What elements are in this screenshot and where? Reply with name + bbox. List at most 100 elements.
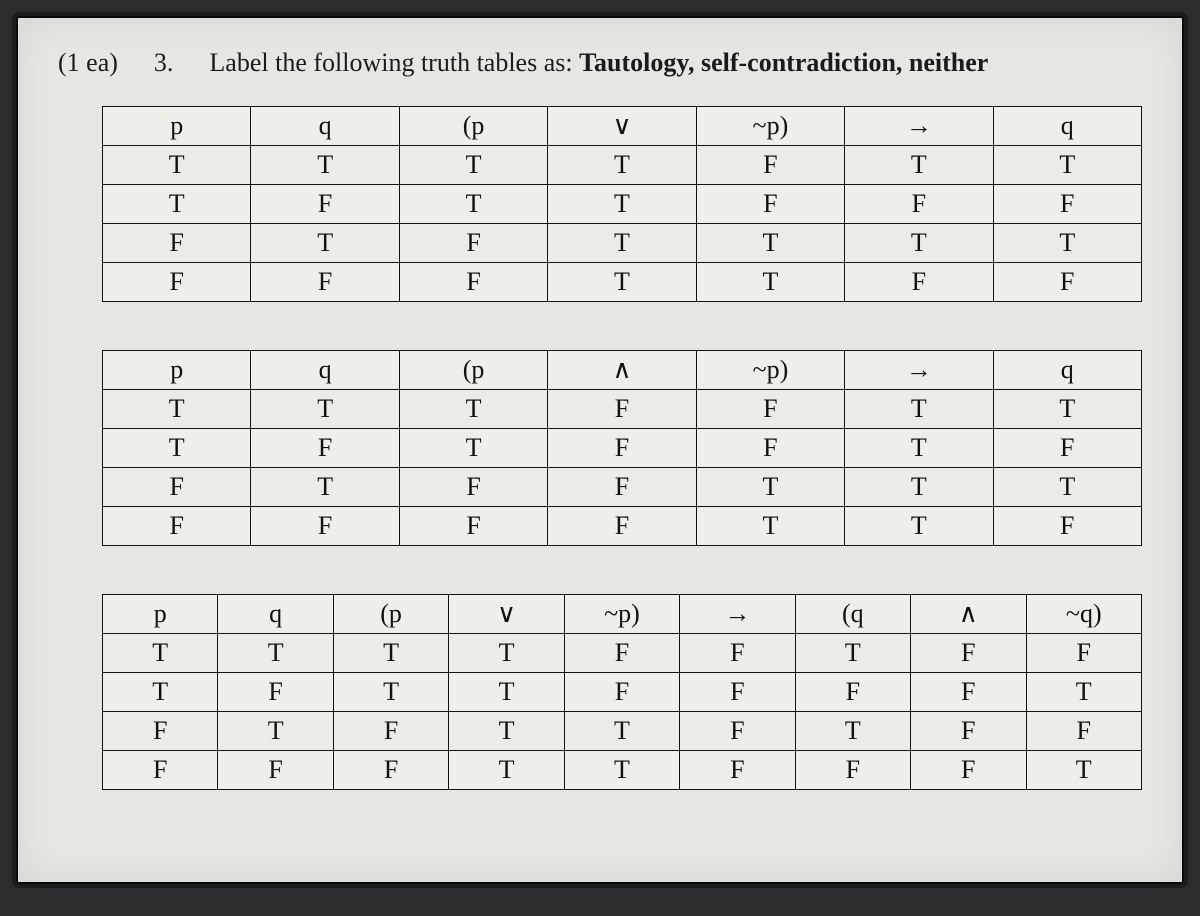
truth-cell: T bbox=[993, 468, 1141, 507]
truth-cell: F bbox=[103, 751, 218, 790]
worksheet-page: { "heading": { "points": "(1 ea)", "numb… bbox=[16, 16, 1184, 884]
truth-cell: T bbox=[993, 224, 1141, 263]
truth-cell: T bbox=[564, 751, 679, 790]
truth-table-2: pq(p∧~p)→qTTTFFTTTFTFFTFFTFFTTTFFFFTTF bbox=[102, 350, 1142, 546]
truth-cell: T bbox=[103, 673, 218, 712]
truth-cell: T bbox=[795, 634, 910, 673]
truth-cell: F bbox=[911, 712, 1026, 751]
table-row: FFFTTFFFT bbox=[103, 751, 1142, 790]
truth-cell: F bbox=[399, 224, 547, 263]
table-row: TTTFFTT bbox=[103, 390, 1142, 429]
truth-cell: T bbox=[845, 146, 993, 185]
truth-cell: T bbox=[218, 634, 333, 673]
col-header: q bbox=[251, 351, 399, 390]
truth-cell: F bbox=[333, 751, 448, 790]
instruction-text: Label the following truth tables as: Tau… bbox=[209, 48, 988, 78]
truth-cell: T bbox=[548, 263, 696, 302]
truth-cell: F bbox=[103, 224, 251, 263]
truth-cell: F bbox=[251, 263, 399, 302]
truth-cell: T bbox=[696, 468, 844, 507]
truth-cell: T bbox=[333, 634, 448, 673]
col-header: (p bbox=[399, 107, 547, 146]
truth-cell: T bbox=[1026, 673, 1142, 712]
col-header: → bbox=[845, 351, 993, 390]
truth-table-3: pq(p∨~p)→(q∧~q)TTTTFFTFFTFTTFFFFTFTFTTFT… bbox=[102, 594, 1142, 790]
truth-cell: F bbox=[103, 263, 251, 302]
truth-cell: F bbox=[548, 468, 696, 507]
truth-table-1: pq(p∨~p)→qTTTTFTTTFTTFFFFTFTTTTFFFTTFF bbox=[102, 106, 1142, 302]
col-header: (q bbox=[795, 595, 910, 634]
table-row: FTFTTTT bbox=[103, 224, 1142, 263]
col-header: (p bbox=[333, 595, 448, 634]
truth-cell: F bbox=[680, 712, 795, 751]
table-row: FFFTTFF bbox=[103, 263, 1142, 302]
truth-cell: T bbox=[251, 468, 399, 507]
instruction-bold: Tautology, self-contradiction, neither bbox=[579, 48, 988, 77]
truth-cell: F bbox=[218, 673, 333, 712]
truth-cell: F bbox=[696, 185, 844, 224]
truth-cell: F bbox=[548, 429, 696, 468]
truth-cell: F bbox=[993, 507, 1141, 546]
table-row: FTFTTFTFF bbox=[103, 712, 1142, 751]
truth-cell: T bbox=[993, 146, 1141, 185]
table-row: TFTFFTF bbox=[103, 429, 1142, 468]
truth-cell: T bbox=[564, 712, 679, 751]
truth-cell: T bbox=[548, 185, 696, 224]
truth-cell: F bbox=[696, 146, 844, 185]
truth-cell: T bbox=[1026, 751, 1142, 790]
truth-cell: T bbox=[696, 263, 844, 302]
truth-cell: F bbox=[103, 468, 251, 507]
truth-cell: F bbox=[911, 751, 1026, 790]
table-row: TTTTFFTFF bbox=[103, 634, 1142, 673]
truth-cell: T bbox=[103, 390, 251, 429]
truth-cell: F bbox=[845, 263, 993, 302]
truth-cell: T bbox=[251, 390, 399, 429]
truth-cell: F bbox=[333, 712, 448, 751]
truth-cell: F bbox=[680, 634, 795, 673]
truth-cell: F bbox=[795, 673, 910, 712]
truth-cell: F bbox=[399, 468, 547, 507]
col-header: p bbox=[103, 595, 218, 634]
truth-cell: T bbox=[103, 185, 251, 224]
truth-cell: T bbox=[449, 751, 564, 790]
truth-cell: F bbox=[399, 263, 547, 302]
truth-cell: T bbox=[845, 507, 993, 546]
truth-cell: F bbox=[251, 429, 399, 468]
points-label: (1 ea) bbox=[58, 48, 118, 78]
table-row: FTFFTTT bbox=[103, 468, 1142, 507]
truth-cell: T bbox=[449, 634, 564, 673]
col-header: (p bbox=[399, 351, 547, 390]
truth-cell: T bbox=[399, 185, 547, 224]
truth-cell: T bbox=[103, 429, 251, 468]
col-header: q bbox=[993, 351, 1141, 390]
col-header: ~p) bbox=[696, 107, 844, 146]
truth-cell: T bbox=[103, 634, 218, 673]
truth-cell: T bbox=[218, 712, 333, 751]
truth-cell: F bbox=[1026, 712, 1142, 751]
table-row: TTTTFTT bbox=[103, 146, 1142, 185]
truth-cell: T bbox=[845, 429, 993, 468]
truth-cell: F bbox=[993, 429, 1141, 468]
question-heading: (1 ea) 3. Label the following truth tabl… bbox=[58, 48, 1142, 78]
truth-cell: T bbox=[548, 146, 696, 185]
col-header: q bbox=[993, 107, 1141, 146]
truth-cell: F bbox=[845, 185, 993, 224]
truth-cell: F bbox=[680, 673, 795, 712]
instruction-prefix: Label the following truth tables as: bbox=[209, 48, 579, 77]
question-number: 3. bbox=[154, 48, 174, 78]
table-row: FFFFTTF bbox=[103, 507, 1142, 546]
truth-cell: F bbox=[696, 390, 844, 429]
truth-cell: F bbox=[218, 751, 333, 790]
truth-cell: F bbox=[251, 185, 399, 224]
col-header: q bbox=[218, 595, 333, 634]
truth-cell: F bbox=[795, 751, 910, 790]
truth-cell: F bbox=[911, 634, 1026, 673]
truth-cell: T bbox=[548, 224, 696, 263]
truth-cell: T bbox=[449, 673, 564, 712]
truth-cell: F bbox=[103, 712, 218, 751]
col-header: ~q) bbox=[1026, 595, 1142, 634]
col-header: ∨ bbox=[449, 595, 564, 634]
truth-cell: F bbox=[103, 507, 251, 546]
truth-cell: T bbox=[795, 712, 910, 751]
tables-container: pq(p∨~p)→qTTTTFTTTFTTFFFFTFTTTTFFFTTFF p… bbox=[102, 106, 1142, 790]
